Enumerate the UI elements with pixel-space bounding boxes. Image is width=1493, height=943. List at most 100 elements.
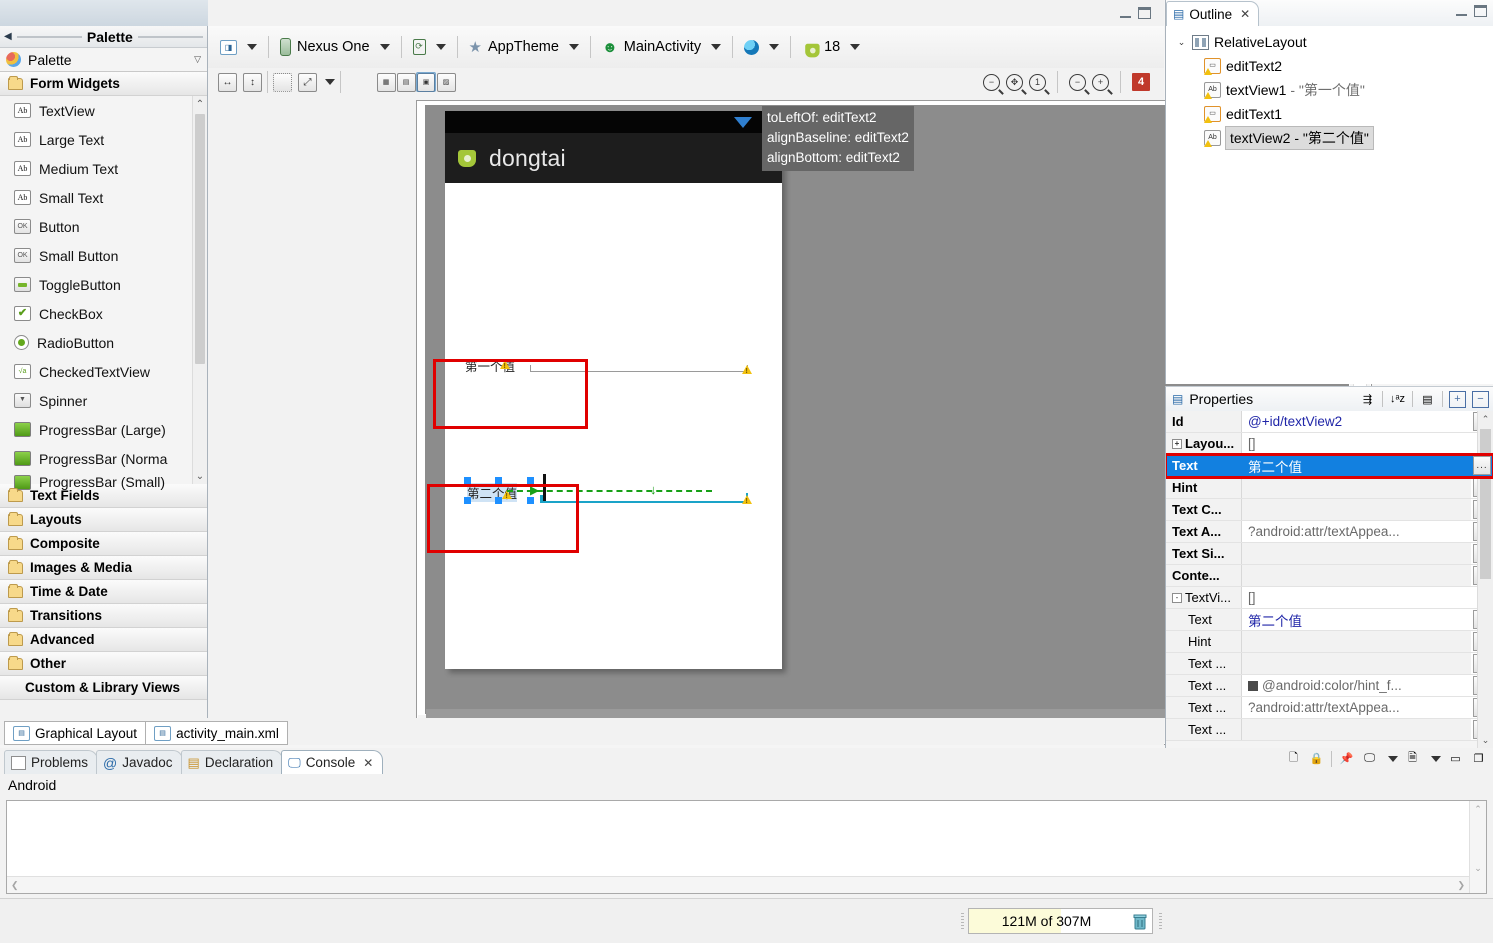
chevron-down-icon[interactable] [379,44,390,50]
device-preview[interactable]: dongtai 第一个值 第二个值 [427,111,782,669]
palette-item-button[interactable]: OK Button [0,212,207,241]
property-row-child-hint[interactable]: Hint ... [1166,631,1493,653]
pin-console-icon[interactable]: 📌 [1338,750,1355,767]
palette-item-medium-text[interactable]: Ab Medium Text [0,154,207,183]
property-row-content-description[interactable]: Conte... ... [1166,565,1493,587]
console-output[interactable]: ⌃ ⌄ ❮ ❯ [6,800,1487,894]
property-value[interactable] [1242,477,1471,498]
trash-icon[interactable] [1132,913,1148,930]
palette-item-togglebutton[interactable]: ToggleButton [0,270,207,299]
zoom-100-button[interactable]: ✥ [1006,73,1023,91]
chevron-down-icon[interactable] [435,44,446,50]
tab-declaration[interactable]: ▤ Declaration [180,750,284,774]
tab-javadoc[interactable]: @ Javadoc [96,750,183,774]
collapse-icon[interactable]: ◀ [4,31,12,42]
minimize-icon[interactable] [1120,9,1131,18]
palette-item-checkedtextview[interactable]: √a CheckedTextView [0,357,207,386]
tree-node-textview1[interactable]: Ab textView1 - "第一个值" [1172,78,1493,102]
property-value[interactable] [1242,719,1471,740]
property-value[interactable] [1242,543,1471,564]
property-row-id[interactable]: Id @+id/textView2 ... [1166,411,1493,433]
distribute-button[interactable]: ▦ [376,72,396,92]
property-row-text-size[interactable]: Text Si... ... [1166,543,1493,565]
baseline-align-button[interactable]: ▣ [416,72,436,92]
scroll-up-icon[interactable]: ⌃ [193,96,207,112]
tree-node-textview2[interactable]: Ab textView2 - "第二个值" [1172,126,1493,150]
property-row-text-appearance[interactable]: Text A... ?android:attr/textAppea... ... [1166,521,1493,543]
palette-category-form-widgets[interactable]: Form Widgets [0,71,207,96]
zoom-actual-button[interactable]: 1 [1029,73,1046,91]
orientation-selector[interactable]: ⟳ [407,33,452,61]
scroll-up-icon[interactable]: ⌃ [1478,411,1493,427]
locale-selector[interactable] [738,33,785,61]
scrollbar-thumb[interactable] [1480,429,1491,579]
property-value[interactable]: @+id/textView2 [1242,411,1471,432]
close-icon[interactable]: ✕ [363,756,373,770]
api-level-selector[interactable]: 18 [796,33,866,61]
console-vertical-scrollbar[interactable]: ⌃ ⌄ [1469,801,1486,893]
tab-graphical-layout[interactable]: ▤ Graphical Layout [4,721,147,745]
palette-scrollbar[interactable]: ⌃ ⌄ [192,96,207,484]
palette-category-custom-library-views[interactable]: Custom & Library Views [0,675,207,700]
resize-handle-tc[interactable] [495,477,502,484]
property-value[interactable] [1242,565,1471,586]
collapse-all-icon[interactable]: − [1472,390,1489,408]
config-button[interactable]: ◨ [214,33,263,61]
minimize-icon[interactable]: ▭ [1447,750,1464,767]
palette-category-other[interactable]: Other [0,651,207,676]
property-value[interactable]: 第二个值 [1242,455,1471,476]
resize-handle-tl[interactable] [464,477,471,484]
fit-width-button[interactable]: ↔ [218,72,237,92]
align-center-button[interactable]: ▤ [396,72,416,92]
palette-item-small-button[interactable]: OK Small Button [0,241,207,270]
expand-button[interactable]: ⤢ [298,72,317,92]
property-value[interactable] [1242,499,1471,520]
property-value[interactable]: [] [1242,587,1493,608]
property-row-child-text-6[interactable]: Text ... ... [1166,719,1493,741]
chevron-down-icon[interactable] [1388,755,1398,762]
property-row-textview-group[interactable]: - TextVi... [] [1166,587,1493,609]
property-value[interactable]: ?android:attr/textAppea... [1242,521,1471,542]
palette-item-checkbox[interactable]: ✔ CheckBox [0,299,207,328]
device-selector[interactable]: Nexus One [274,33,396,61]
property-value[interactable]: @android:color/hint_f... [1242,675,1471,696]
fit-height-button[interactable]: ↕ [243,72,262,92]
property-row-child-text-appearance[interactable]: Text ... ?android:attr/textAppea... ... [1166,697,1493,719]
zoom-in-button[interactable]: + [1092,73,1109,91]
sort-alpha-icon[interactable]: ↓ᵃz [1389,391,1406,408]
property-row-text[interactable]: Text 第二个值 ... [1166,453,1493,479]
tree-node-edittext1[interactable]: ▭ editText1 [1172,102,1493,126]
property-value[interactable] [1242,631,1471,652]
zoom-out-button[interactable]: − [1069,73,1086,91]
palette-category-time-date[interactable]: Time & Date [0,579,207,604]
property-edit-button[interactable]: ... [1473,456,1491,475]
margins-button[interactable]: ▨ [436,72,456,92]
palette-selector[interactable]: Palette ▽ [0,48,207,72]
console-horizontal-scrollbar[interactable]: ❮ ❯ [7,876,1469,893]
palette-category-advanced[interactable]: Advanced [0,627,207,652]
close-icon[interactable]: ✕ [1240,7,1250,21]
property-row-child-text-color-hint[interactable]: Text ... @android:color/hint_f... ... [1166,675,1493,697]
scroll-down-icon[interactable]: ⌄ [193,468,207,484]
marquee-select-button[interactable] [273,72,292,92]
palette-item-progressbar-large[interactable]: ProgressBar (Large) [0,415,207,444]
zoom-level-badge[interactable]: 4 [1132,73,1150,91]
chevron-down-icon[interactable] [325,79,335,85]
collapse-icon[interactable]: - [1172,592,1182,603]
palette-item-large-text[interactable]: Ab Large Text [0,125,207,154]
property-value[interactable] [1242,653,1471,674]
property-row-text-color[interactable]: Text C... ... [1166,499,1493,521]
property-row-layout[interactable]: + Layou... [] [1166,433,1493,455]
palette-category-composite[interactable]: Composite [0,531,207,556]
minimize-icon[interactable] [1456,7,1467,16]
tab-console[interactable]: 🖵 Console ✕ [281,750,384,774]
chevron-down-icon[interactable] [769,44,780,50]
tab-problems[interactable]: Problems [4,750,99,774]
tab-outline[interactable]: ▤ Outline ✕ [1166,1,1260,26]
lock-scroll-icon[interactable]: 🔒 [1308,750,1325,767]
scrollbar-thumb[interactable] [195,114,205,364]
chevron-down-icon[interactable] [1431,755,1441,762]
activity-selector[interactable]: ☻ MainActivity [596,33,727,61]
chevron-down-icon[interactable] [247,44,257,50]
palette-item-textview[interactable]: Ab TextView [0,96,207,125]
